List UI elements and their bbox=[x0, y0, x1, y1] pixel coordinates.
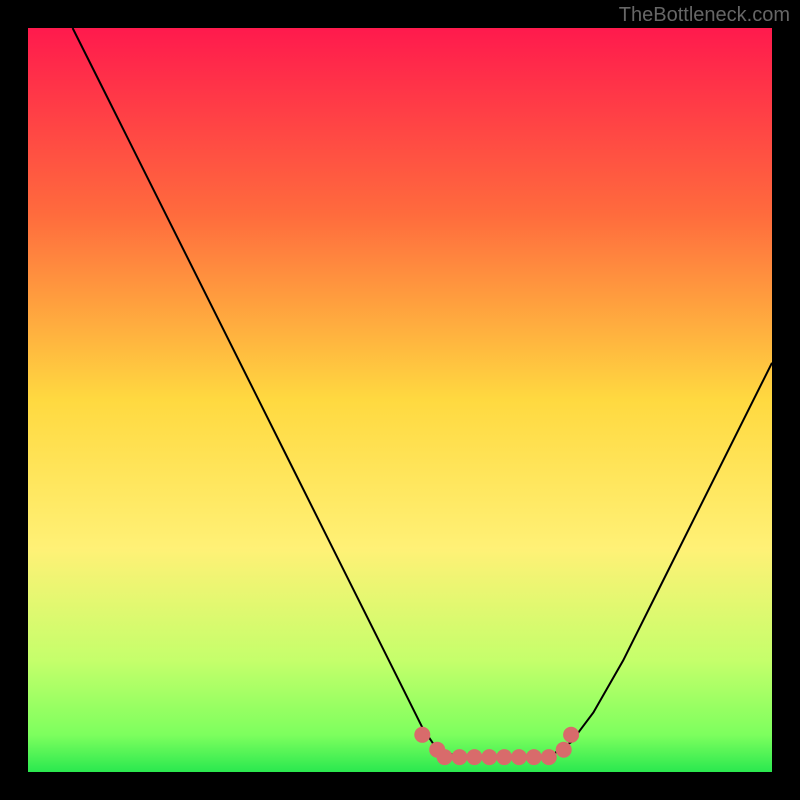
curve-marker bbox=[556, 742, 572, 758]
curve-marker bbox=[437, 749, 453, 765]
curve-marker bbox=[526, 749, 542, 765]
chart-plot bbox=[28, 28, 772, 772]
curve-marker bbox=[511, 749, 527, 765]
curve-marker bbox=[452, 749, 468, 765]
chart-frame bbox=[28, 28, 772, 772]
curve-marker bbox=[541, 749, 557, 765]
curve-marker bbox=[414, 727, 430, 743]
curve-marker bbox=[481, 749, 497, 765]
curve-marker bbox=[466, 749, 482, 765]
curve-marker bbox=[563, 727, 579, 743]
watermark-text: TheBottleneck.com bbox=[619, 4, 790, 27]
gradient-background bbox=[28, 28, 772, 772]
curve-marker bbox=[496, 749, 512, 765]
